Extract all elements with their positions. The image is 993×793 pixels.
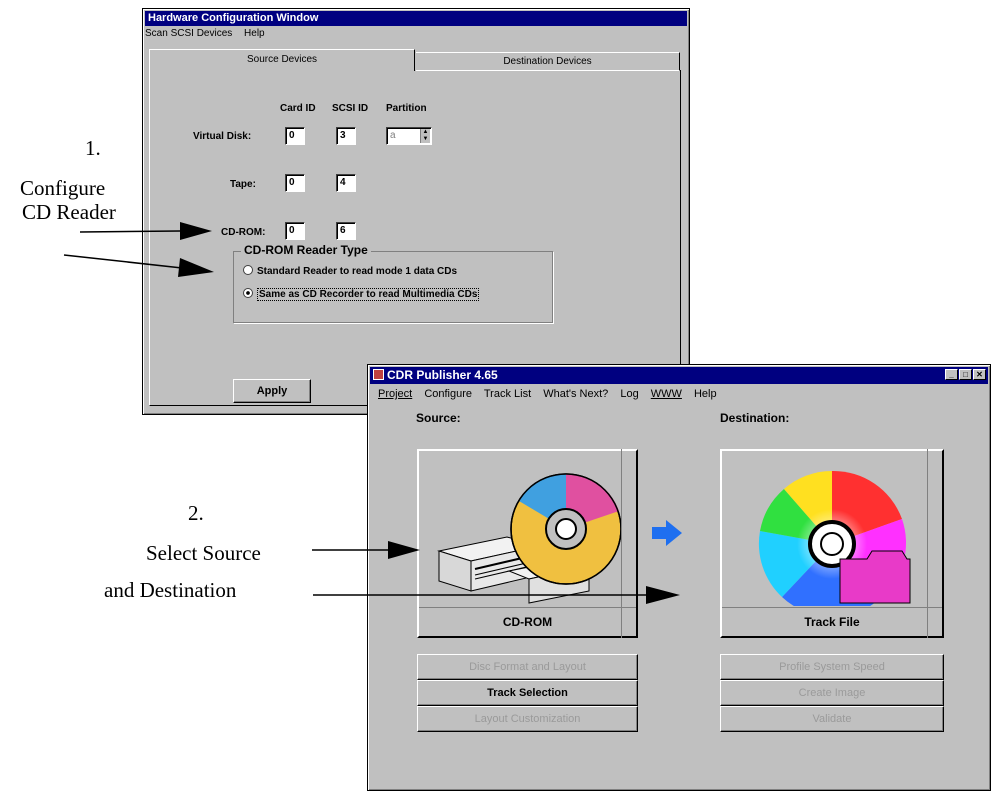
- cdrom-scsi-id-field[interactable]: 6: [336, 222, 356, 240]
- tab-destination-devices-label: Destination Devices: [503, 56, 592, 67]
- menu-project[interactable]: Project: [378, 388, 412, 400]
- col-partition: Partition: [386, 103, 427, 114]
- hw-menubar: Scan SCSI Devices Help: [145, 28, 687, 39]
- minimize-icon[interactable]: _: [945, 369, 958, 380]
- cdr-publisher-window: CDR Publisher 4.65 _ □ ✕ Project Configu…: [367, 364, 991, 791]
- source-device-caption: CD-ROM: [419, 607, 636, 637]
- tape-label: Tape:: [230, 179, 256, 190]
- disc-format-layout-button[interactable]: Disc Format and Layout: [417, 654, 638, 680]
- virtual-disk-card-id-field[interactable]: 0: [285, 127, 305, 145]
- hardware-config-window: Hardware Configuration Window Scan SCSI …: [142, 8, 690, 415]
- menu-whats-next[interactable]: What's Next?: [543, 388, 608, 400]
- step1-line1: Configure: [20, 176, 106, 200]
- menu-scan-scsi-devices[interactable]: Scan SCSI Devices: [145, 28, 232, 39]
- radio-selected-icon[interactable]: [243, 288, 253, 298]
- reader-option-standard[interactable]: Standard Reader to read mode 1 data CDs: [243, 265, 457, 277]
- profile-system-speed-button[interactable]: Profile System Speed: [720, 654, 944, 680]
- cdr-menubar: Project Configure Track List What's Next…: [378, 388, 988, 400]
- create-image-button[interactable]: Create Image: [720, 680, 944, 706]
- spinner-arrows-icon[interactable]: ▲ ▼: [420, 129, 430, 143]
- validate-button[interactable]: Validate: [720, 706, 944, 732]
- reader-option-same-as-recorder[interactable]: Same as CD Recorder to read Multimedia C…: [243, 288, 480, 301]
- col-scsi-id: SCSI ID: [332, 103, 369, 114]
- destination-device-button[interactable]: Track File: [720, 449, 944, 638]
- partition-value: a: [390, 130, 396, 141]
- app-icon: [373, 369, 384, 380]
- tape-card-id-field[interactable]: 0: [285, 174, 305, 192]
- step2-line1: Select Source: [146, 541, 261, 565]
- hw-title: Hardware Configuration Window: [145, 11, 687, 26]
- source-device-button[interactable]: CD-ROM: [417, 449, 638, 638]
- reader-group-title: CD-ROM Reader Type: [241, 243, 371, 257]
- reader-option-same-as-recorder-label: Same as CD Recorder to read Multimedia C…: [257, 288, 480, 301]
- menu-help-cdr[interactable]: Help: [694, 388, 717, 400]
- tab-panel: [149, 70, 681, 406]
- cdrom-drive-icon: [437, 473, 622, 604]
- source-label: Source:: [416, 411, 461, 425]
- cdrom-reader-type-group: [233, 251, 553, 323]
- step2-number: 2.: [188, 501, 204, 525]
- track-file-icon: [758, 470, 911, 606]
- source-device-name: CD-ROM: [502, 615, 553, 629]
- tab-source-devices-label: Source Devices: [246, 54, 318, 65]
- menu-help[interactable]: Help: [244, 28, 265, 39]
- tab-source-devices[interactable]: Source Devices: [149, 49, 415, 71]
- apply-button[interactable]: Apply: [233, 379, 311, 403]
- right-arrow-icon: [652, 520, 682, 546]
- layout-customization-button[interactable]: Layout Customization: [417, 706, 638, 732]
- step1-line2: CD Reader: [22, 200, 116, 224]
- destination-label: Destination:: [720, 411, 790, 425]
- menu-track-list[interactable]: Track List: [484, 388, 531, 400]
- menu-log[interactable]: Log: [620, 388, 638, 400]
- source-scrollbar[interactable]: [621, 449, 638, 638]
- menu-configure[interactable]: Configure: [424, 388, 472, 400]
- cdrom-label: CD-ROM:: [221, 227, 266, 238]
- maximize-icon[interactable]: □: [959, 369, 972, 380]
- tape-scsi-id-field[interactable]: 4: [336, 174, 356, 192]
- close-icon[interactable]: ✕: [973, 369, 986, 380]
- tab-destination-devices[interactable]: Destination Devices: [416, 52, 680, 71]
- virtual-disk-scsi-id-field[interactable]: 3: [336, 127, 356, 145]
- cdr-title-bar: CDR Publisher 4.65 _ □ ✕: [370, 367, 988, 384]
- menu-www[interactable]: WWW: [651, 388, 682, 400]
- step1-number: 1.: [85, 136, 101, 160]
- radio-unselected-icon[interactable]: [243, 265, 253, 275]
- destination-scrollbar[interactable]: [927, 449, 944, 638]
- track-selection-button[interactable]: Track Selection: [417, 680, 638, 706]
- destination-device-name: Track File: [804, 615, 860, 629]
- virtual-disk-partition-spinner[interactable]: a ▲ ▼: [386, 127, 432, 145]
- col-card-id: Card ID: [280, 103, 316, 114]
- virtual-disk-label: Virtual Disk:: [193, 131, 252, 142]
- cdr-title: CDR Publisher 4.65: [387, 368, 498, 382]
- destination-device-caption: Track File: [722, 607, 942, 637]
- step2-line2: and Destination: [104, 578, 237, 602]
- reader-option-standard-label: Standard Reader to read mode 1 data CDs: [257, 266, 458, 277]
- cdrom-card-id-field[interactable]: 0: [285, 222, 305, 240]
